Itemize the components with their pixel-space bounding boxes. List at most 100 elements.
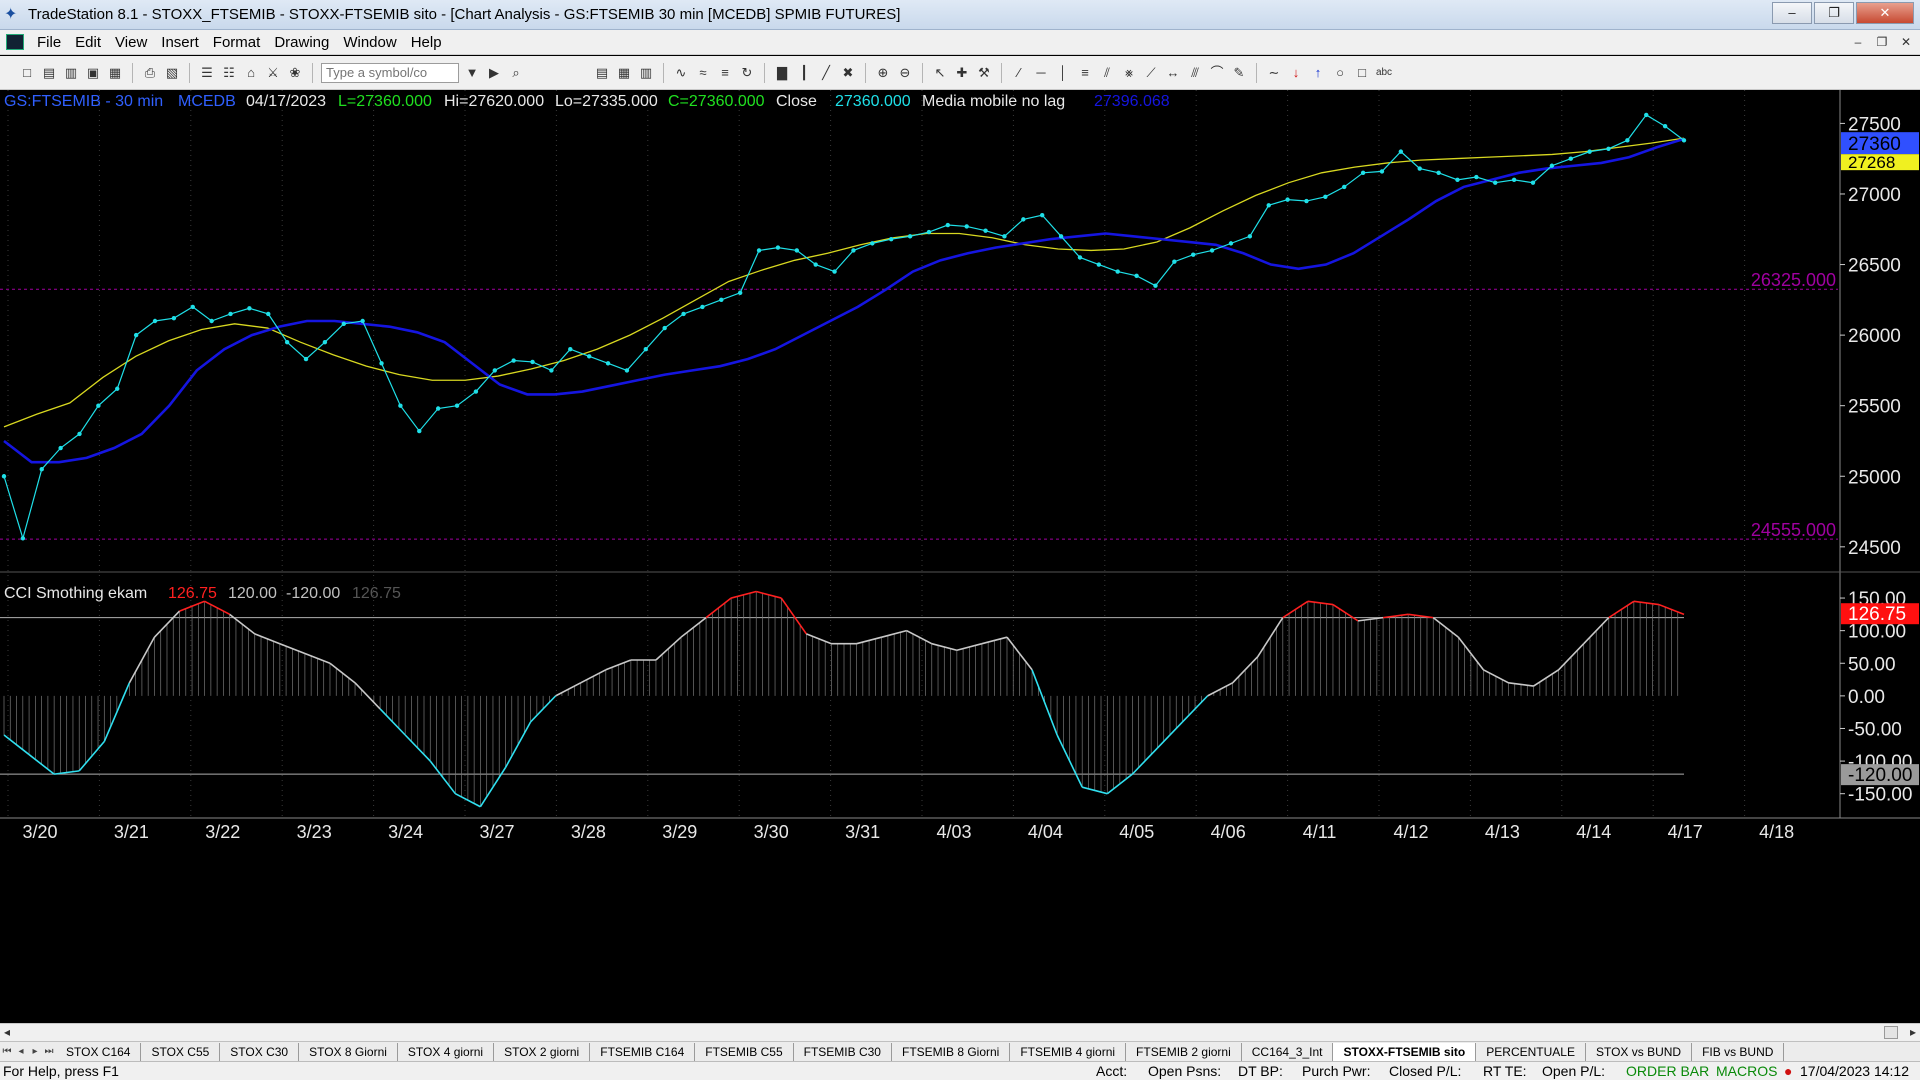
tab-ftsemib-c164[interactable]: FTSEMIB C164 xyxy=(590,1042,696,1061)
indicator-icon[interactable]: ≈ xyxy=(694,64,712,82)
menu-format[interactable]: Format xyxy=(206,34,268,51)
symbol-lookup-icon[interactable]: ⌕ xyxy=(507,64,525,82)
tab-first-icon[interactable]: ⏮ xyxy=(0,1046,14,1057)
crosshair-icon[interactable]: ✚ xyxy=(953,64,971,82)
matrix-icon[interactable]: ▥ xyxy=(637,64,655,82)
tools-icon[interactable]: ⚒ xyxy=(975,64,993,82)
chart-window-icon[interactable]: ▤ xyxy=(593,64,611,82)
tab-next-icon[interactable]: ▸ xyxy=(28,1046,42,1057)
menu-view[interactable]: View xyxy=(108,34,154,51)
tab-stox-c30[interactable]: STOX C30 xyxy=(220,1042,300,1061)
symbol-input[interactable] xyxy=(321,62,459,83)
lock-icon[interactable]: ⌂ xyxy=(242,64,260,82)
menu-insert[interactable]: Insert xyxy=(154,34,206,51)
menu-help[interactable]: Help xyxy=(404,34,449,51)
zoom-out-icon[interactable]: ⊖ xyxy=(896,64,914,82)
price-dot xyxy=(417,428,422,434)
text-tool-icon[interactable]: abc xyxy=(1375,64,1393,82)
save-icon[interactable]: ▣ xyxy=(84,64,102,82)
mdi-close-button[interactable]: ✕ xyxy=(1896,33,1916,51)
save-all-icon[interactable]: ▦ xyxy=(106,64,124,82)
status-macros[interactable]: MACROS xyxy=(1716,1063,1777,1079)
zoom-in-icon[interactable]: ⊕ xyxy=(874,64,892,82)
tab-stox-vs-bund[interactable]: STOX vs BUND xyxy=(1586,1042,1693,1061)
close-button[interactable]: ✕ xyxy=(1856,2,1914,24)
tab-stox-4-giorni[interactable]: STOX 4 giorni xyxy=(398,1042,495,1061)
candle-chart-icon[interactable]: ┃ xyxy=(795,64,813,82)
arc-icon[interactable]: ⌒ xyxy=(1208,64,1226,82)
arrow-both-icon[interactable]: ↔ xyxy=(1164,64,1182,82)
vertical-line-icon[interactable]: │ xyxy=(1054,64,1072,82)
tab-ftsemib-c30[interactable]: FTSEMIB C30 xyxy=(794,1042,892,1061)
tab-ftsemib-2-giorni[interactable]: FTSEMIB 2 giorni xyxy=(1126,1042,1242,1061)
tab-last-icon[interactable]: ⏭ xyxy=(42,1046,56,1057)
scanner-icon[interactable]: ∿ xyxy=(672,64,690,82)
y-tick-label: 26500 xyxy=(1848,256,1901,277)
parallel-lines-icon[interactable]: ⫻ xyxy=(1186,64,1204,82)
tab-ftsemib-8-giorni[interactable]: FTSEMIB 8 Giorni xyxy=(892,1042,1011,1061)
tile-icon[interactable]: ☷ xyxy=(220,64,238,82)
menu-drawing[interactable]: Drawing xyxy=(267,34,336,51)
fibonacci-icon[interactable]: ≡ xyxy=(1076,64,1094,82)
tab-stox-2-giorni[interactable]: STOX 2 giorni xyxy=(494,1042,591,1061)
tab-cc164-3-int[interactable]: CC164_3_Int xyxy=(1242,1042,1334,1061)
symbol-dropdown-icon[interactable]: ▼ xyxy=(463,64,481,82)
scroll-left-icon[interactable]: ◂ xyxy=(4,1025,10,1039)
tab-ftsemib-4-giorni[interactable]: FTSEMIB 4 giorni xyxy=(1010,1042,1127,1061)
print-preview-icon[interactable]: ▧ xyxy=(163,64,181,82)
gann-fan-icon[interactable]: ⨳ xyxy=(1120,64,1138,82)
x-tick-label: 4/06 xyxy=(1211,822,1246,842)
strategy-icon[interactable]: ≡ xyxy=(716,64,734,82)
tab-stox-c164[interactable]: STOX C164 xyxy=(56,1042,142,1061)
chart-document-icon[interactable] xyxy=(6,34,24,50)
cci-tick-label: 50.00 xyxy=(1848,654,1896,675)
tab-stox-8-giorni[interactable]: STOX 8 Giorni xyxy=(299,1042,398,1061)
go-arrow-icon[interactable]: ▶ xyxy=(485,64,503,82)
tab-fib-vs-bund[interactable]: FIB vs BUND xyxy=(1692,1042,1785,1061)
new-icon[interactable]: □ xyxy=(18,64,36,82)
tab-prev-icon[interactable]: ◂ xyxy=(14,1046,28,1057)
curve-icon[interactable]: ∼ xyxy=(1265,64,1283,82)
price-dot xyxy=(605,361,611,366)
line-chart-icon[interactable]: ╱ xyxy=(817,64,835,82)
restore-button[interactable]: ❐ xyxy=(1814,2,1854,24)
menu-file[interactable]: File xyxy=(30,34,68,51)
down-arrow-icon[interactable]: ↓ xyxy=(1287,64,1305,82)
open-workspace-icon[interactable]: ▥ xyxy=(62,64,80,82)
open-icon[interactable]: ▤ xyxy=(40,64,58,82)
tab-stoxx-ftsemib-sito[interactable]: STOXX-FTSEMIB sito xyxy=(1333,1042,1477,1061)
horizontal-scrollbar[interactable]: ◂ ▸ xyxy=(0,1023,1920,1041)
scroll-thumb[interactable] xyxy=(1884,1026,1898,1039)
tab-stox-c55[interactable]: STOX C55 xyxy=(141,1042,221,1061)
ellipse-icon[interactable]: ○ xyxy=(1331,64,1349,82)
channel-icon[interactable]: ⫽ xyxy=(1098,64,1116,82)
tab-percentuale[interactable]: PERCENTUALE xyxy=(1476,1042,1586,1061)
horizontal-line-icon[interactable]: ─ xyxy=(1032,64,1050,82)
price-dot xyxy=(700,304,705,310)
refresh-icon[interactable]: ↻ xyxy=(738,64,756,82)
link-icon[interactable]: ⚔ xyxy=(264,64,282,82)
status-order-bar[interactable]: ORDER BAR xyxy=(1626,1063,1709,1079)
tab-ftsemib-c55[interactable]: FTSEMIB C55 xyxy=(695,1042,794,1061)
chart-area[interactable]: 3/20 3/21 3/22 3/23 3/24 3/27 3/28 3/29 3/30 3/31… xyxy=(0,90,1920,1023)
pencil-icon[interactable]: ✎ xyxy=(1230,64,1248,82)
minimize-button[interactable]: – xyxy=(1772,2,1812,24)
bar-chart-icon[interactable]: ▇ xyxy=(773,64,791,82)
trendline-icon[interactable]: ∕ xyxy=(1010,64,1028,82)
menu-edit[interactable]: Edit xyxy=(68,34,108,51)
rectangle-icon[interactable]: □ xyxy=(1353,64,1371,82)
cascade-icon[interactable]: ☰ xyxy=(198,64,216,82)
pointer-icon[interactable]: ↖ xyxy=(931,64,949,82)
price-dot xyxy=(1266,203,1271,208)
mdi-restore-button[interactable]: ❐ xyxy=(1872,33,1892,51)
color-palette-icon[interactable]: ❀ xyxy=(286,64,304,82)
speed-line-icon[interactable]: ⟋ xyxy=(1142,64,1160,82)
price-dot xyxy=(511,358,516,363)
print-icon[interactable]: ⎙ xyxy=(141,64,159,82)
radar-screen-icon[interactable]: ▦ xyxy=(615,64,633,82)
scroll-right-icon[interactable]: ▸ xyxy=(1910,1025,1916,1039)
mdi-minimize-button[interactable]: – xyxy=(1848,33,1868,51)
up-arrow-icon[interactable]: ↑ xyxy=(1309,64,1327,82)
menu-window[interactable]: Window xyxy=(336,34,403,51)
point-figure-icon[interactable]: ✖ xyxy=(839,64,857,82)
